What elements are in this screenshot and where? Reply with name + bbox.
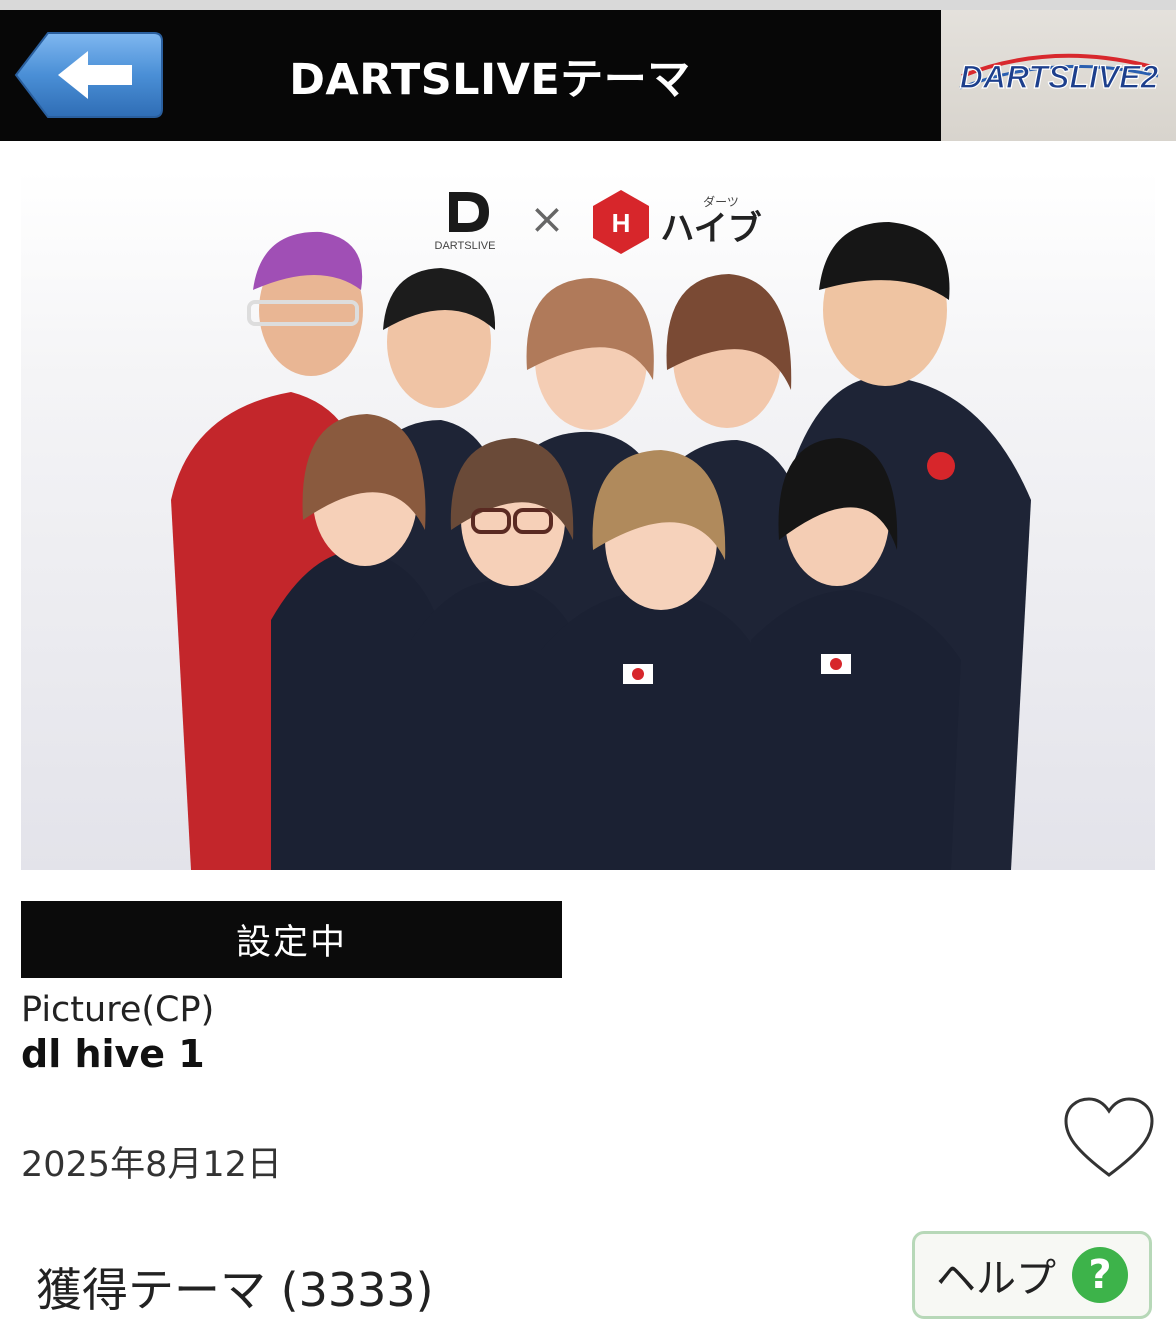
back-button[interactable] (14, 31, 164, 119)
favorite-button[interactable] (1062, 1095, 1156, 1181)
top-strip (0, 0, 1176, 10)
help-button[interactable]: ヘルプ ? (912, 1231, 1152, 1319)
svg-text:DARTSLIVE2: DARTSLIVE2 (959, 59, 1158, 95)
hive-logo: H ハイブ ダーツ (593, 190, 762, 254)
collab-x: × (529, 194, 564, 243)
theme-name: dl hive 1 (21, 1032, 205, 1076)
theme-preview-image[interactable]: DARTSLIVE × H ハイブ ダーツ (21, 170, 1155, 870)
heart-icon (1064, 1097, 1154, 1177)
svg-text:H: H (612, 208, 631, 238)
dartslive2-logo: DARTSLIVE2 (959, 53, 1159, 95)
svg-text:DARTSLIVE: DARTSLIVE (435, 240, 496, 252)
team-photo: DARTSLIVE × H ハイブ ダーツ (171, 190, 1031, 870)
question-icon: ? (1072, 1247, 1128, 1303)
theme-type: Picture(CP) (21, 990, 215, 1030)
status-badge: 設定中 (21, 901, 562, 978)
svg-text:ダーツ: ダーツ (703, 194, 739, 209)
brand-logo-box: DARTSLIVE2 (941, 10, 1176, 141)
owned-themes-count: 獲得テーマ (3333) (36, 1263, 434, 1317)
help-label: ヘルプ (936, 1256, 1056, 1302)
svg-text:ハイブ: ハイブ (660, 209, 761, 249)
theme-date: 2025年8月12日 (21, 1145, 282, 1185)
app-header: DARTSLIVEテーマ (0, 10, 941, 141)
page-title: DARTSLIVEテーマ (289, 54, 691, 105)
dartslive-logo: DARTSLIVE (435, 192, 496, 252)
